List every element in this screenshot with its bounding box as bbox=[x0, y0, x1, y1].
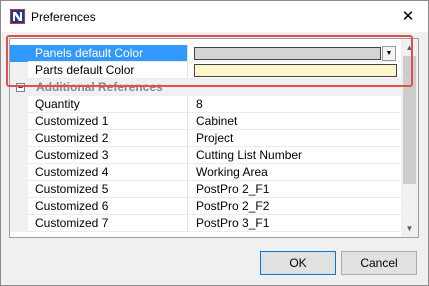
vertical-scrollbar[interactable]: ▲ ▼ bbox=[401, 39, 418, 237]
dropdown-arrow-icon[interactable]: ▼ bbox=[382, 46, 396, 61]
scrollbar-thumb[interactable] bbox=[403, 56, 416, 184]
app-logo-icon bbox=[10, 9, 25, 24]
row-margin bbox=[10, 96, 28, 113]
row-margin bbox=[10, 147, 28, 164]
property-value[interactable]: ▼ bbox=[188, 45, 401, 62]
row-margin bbox=[10, 181, 28, 198]
property-value[interactable]: PostPro 2_F2 bbox=[188, 198, 401, 215]
property-row[interactable]: Customized 5 PostPro 2_F1 bbox=[10, 181, 401, 198]
property-name: Customized 4 bbox=[28, 164, 188, 181]
property-row[interactable]: Customized 3 Cutting List Number bbox=[10, 147, 401, 164]
property-row[interactable]: Customized 1 Cabinet bbox=[10, 113, 401, 130]
property-grid: Panels default Color ▼ Parts default Color… bbox=[9, 38, 419, 238]
property-name: Customized 3 bbox=[28, 147, 188, 164]
property-row[interactable]: Panels default Color ▼ bbox=[10, 45, 401, 62]
row-margin bbox=[10, 113, 28, 130]
property-name: Customized 6 bbox=[28, 198, 188, 215]
property-row[interactable]: Parts default Color bbox=[10, 62, 401, 79]
property-value[interactable]: Cabinet bbox=[188, 113, 401, 130]
property-row[interactable]: Customized 6 PostPro 2_F2 bbox=[10, 198, 401, 215]
row-margin bbox=[10, 130, 28, 147]
property-value[interactable] bbox=[188, 62, 401, 79]
title-bar: Preferences ✕ bbox=[1, 1, 428, 32]
color-swatch[interactable] bbox=[194, 47, 381, 60]
property-row[interactable]: Quantity 8 bbox=[10, 96, 401, 113]
property-name: Panels default Color bbox=[28, 45, 188, 62]
collapse-icon[interactable]: – bbox=[16, 83, 25, 92]
window-title: Preferences bbox=[31, 10, 96, 24]
property-value[interactable]: PostPro 2_F1 bbox=[188, 181, 401, 198]
row-margin bbox=[10, 62, 28, 79]
category-header[interactable]: – Additional References bbox=[10, 79, 401, 96]
color-swatch[interactable] bbox=[194, 64, 397, 77]
scroll-down-icon[interactable]: ▼ bbox=[401, 220, 418, 237]
preferences-window: Preferences ✕ Panels default Color ▼ Parts… bbox=[0, 0, 429, 286]
category-label: Additional References bbox=[36, 80, 163, 94]
row-margin bbox=[10, 45, 28, 62]
row-margin bbox=[10, 198, 28, 215]
scroll-up-icon[interactable]: ▲ bbox=[401, 39, 418, 56]
property-value[interactable]: Working Area bbox=[188, 164, 401, 181]
property-value[interactable]: 8 bbox=[188, 96, 401, 113]
cancel-button[interactable]: Cancel bbox=[341, 251, 417, 275]
property-name: Customized 5 bbox=[28, 181, 188, 198]
property-name: Customized 2 bbox=[28, 130, 188, 147]
close-button[interactable]: ✕ bbox=[388, 1, 428, 32]
property-value[interactable]: Cutting List Number bbox=[188, 147, 401, 164]
ok-button[interactable]: OK bbox=[260, 251, 336, 275]
property-name: Customized 1 bbox=[28, 113, 188, 130]
property-value[interactable]: PostPro 3_F1 bbox=[188, 215, 401, 232]
property-grid-rows: Panels default Color ▼ Parts default Color… bbox=[10, 39, 401, 237]
close-icon: ✕ bbox=[401, 8, 415, 25]
row-margin bbox=[10, 215, 28, 232]
property-row[interactable]: Customized 7 PostPro 3_F1 bbox=[10, 215, 401, 232]
property-row[interactable]: Customized 4 Working Area bbox=[10, 164, 401, 181]
property-value[interactable]: Project bbox=[188, 130, 401, 147]
property-name: Quantity bbox=[28, 96, 188, 113]
property-row[interactable]: Customized 2 Project bbox=[10, 130, 401, 147]
property-name: Customized 7 bbox=[28, 215, 188, 232]
row-margin bbox=[10, 164, 28, 181]
property-name: Parts default Color bbox=[28, 62, 188, 79]
